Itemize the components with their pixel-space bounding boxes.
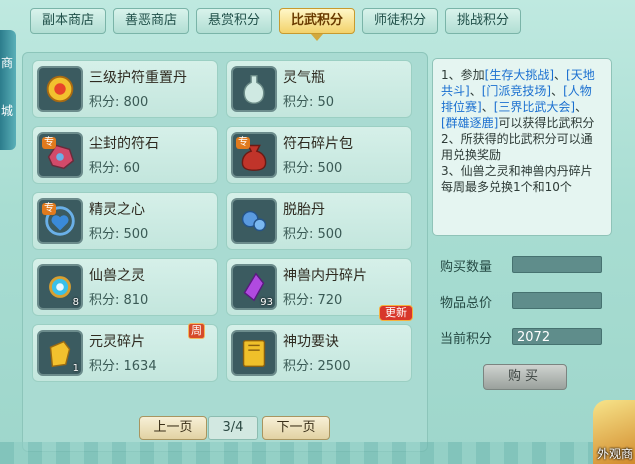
- item-price: 积分: 500: [283, 161, 343, 176]
- item-price: 积分: 500: [89, 227, 149, 242]
- exclusive-badge: 专: [42, 203, 56, 215]
- total-price-label: 物品总价: [440, 296, 493, 311]
- new-badge: 更新: [379, 305, 413, 321]
- total-price-field: [512, 292, 602, 309]
- item-price: 积分: 2500: [283, 359, 351, 374]
- rules-info-box: 1、参加[生存大挑战]、[天地共斗]、[门派竞技场]、[人物排位赛]、[三界比武…: [432, 58, 612, 236]
- item-quantity: 8: [72, 297, 79, 308]
- current-points-label: 当前积分: [440, 332, 493, 347]
- appearance-shop-label: 外观商: [596, 447, 633, 461]
- tab-arena-points[interactable]: 比武积分: [279, 8, 355, 41]
- rule-text: 、: [554, 68, 567, 82]
- rule-text: 2、所获得的比武积分可以通用兑换奖励: [441, 132, 593, 162]
- item-name: 尘封的符石: [89, 136, 159, 152]
- rule-text: 可以获得比武积分: [498, 116, 595, 130]
- item-card[interactable]: 8 仙兽之灵 积分: 810: [32, 258, 218, 316]
- item-name: 精灵之心: [89, 202, 145, 218]
- rule-text: 、: [481, 100, 494, 114]
- item-card[interactable]: 93 神兽内丹碎片 积分: 720 更新: [226, 258, 413, 321]
- item-price: 积分: 50: [283, 95, 335, 110]
- current-points-field: 2072: [512, 328, 602, 345]
- item-name: 三级护符重置丹: [89, 70, 187, 86]
- bottom-decoration: [0, 442, 635, 464]
- beast-spirit-icon: 8: [37, 264, 83, 310]
- item-price: 积分: 500: [283, 227, 343, 242]
- item-name: 灵气瓶: [283, 70, 325, 86]
- rebirth-pill-icon: [231, 198, 277, 244]
- exclusive-badge: 专: [42, 137, 56, 149]
- item-price: 积分: 720: [283, 293, 343, 308]
- item-name: 神兽内丹碎片: [283, 268, 367, 284]
- tab-mentor-points[interactable]: 师徒积分: [362, 8, 438, 34]
- exclusive-badge: 专: [236, 137, 250, 149]
- side-tab-shop[interactable]: 商 城: [0, 30, 16, 150]
- prev-page-button[interactable]: 上一页: [139, 416, 207, 440]
- spirit-heart-icon: 专: [37, 198, 83, 244]
- item-name: 脱胎丹: [283, 202, 325, 218]
- item-name: 元灵碎片: [89, 334, 145, 350]
- item-name: 仙兽之灵: [89, 268, 145, 284]
- activity-link[interactable]: [门派竞技场]: [482, 84, 551, 98]
- beast-core-shard-icon: 93: [231, 264, 277, 310]
- sealed-runestone-icon: 专: [37, 132, 83, 178]
- item-card[interactable]: 灵气瓶 积分: 50: [226, 60, 412, 118]
- tab-bounty-points[interactable]: 悬赏积分: [196, 8, 272, 34]
- spirit-vase-icon: [231, 66, 277, 112]
- item-quantity: 1: [72, 363, 79, 374]
- rule-text: 、: [551, 84, 564, 98]
- next-page-button[interactable]: 下一页: [262, 416, 330, 440]
- side-tab-char: 商: [0, 56, 13, 70]
- item-quantity: 93: [260, 297, 273, 308]
- item-card[interactable]: 专 尘封的符石 积分: 60: [32, 126, 218, 184]
- item-name: 神功要诀: [283, 334, 339, 350]
- appearance-shop-icon[interactable]: 外观商: [593, 400, 635, 464]
- tab-challenge-points[interactable]: 挑战积分: [445, 8, 521, 34]
- weekly-badge: 周: [188, 323, 205, 339]
- activity-link[interactable]: [生存大挑战]: [485, 68, 554, 82]
- rule-text: 1、参加: [441, 68, 485, 82]
- quantity-input[interactable]: [512, 256, 602, 273]
- item-card[interactable]: 脱胎丹 积分: 500: [226, 192, 412, 250]
- item-price: 积分: 810: [89, 293, 149, 308]
- amulet-pill-icon: [37, 66, 83, 112]
- item-price: 积分: 800: [89, 95, 149, 110]
- item-price: 积分: 1634: [89, 359, 157, 374]
- rule-text: 、: [469, 84, 482, 98]
- rule-text: 、: [575, 100, 588, 114]
- page-indicator: 3/4: [208, 416, 258, 440]
- item-card[interactable]: 专 符石碎片包 积分: 500: [226, 126, 412, 184]
- tab-dungeon-shop[interactable]: 副本商店: [30, 8, 106, 34]
- item-card[interactable]: 专 精灵之心 积分: 500: [32, 192, 218, 250]
- runestone-bag-icon: 专: [231, 132, 277, 178]
- rule-text: 3、仙兽之灵和神兽内丹碎片每周最多兑换1个和10个: [441, 164, 593, 194]
- activity-link[interactable]: [群雄逐鹿]: [441, 116, 498, 130]
- tab-karma-shop[interactable]: 善恶商店: [113, 8, 189, 34]
- item-name: 符石碎片包: [283, 136, 353, 152]
- quantity-label: 购买数量: [440, 260, 493, 275]
- activity-link[interactable]: [三界比武大会]: [494, 100, 575, 114]
- side-tab-char: 城: [0, 104, 13, 118]
- yuanling-shard-icon: 1: [37, 330, 83, 376]
- item-card[interactable]: 三级护符重置丹 积分: 800: [32, 60, 218, 118]
- shop-window: 商 城 副本商店 善恶商店 悬赏积分 比武积分 师徒积分 挑战积分 三级护符重置…: [0, 0, 635, 464]
- buy-button[interactable]: 购买: [483, 364, 567, 390]
- item-card[interactable]: 神功要诀 积分: 2500: [226, 324, 412, 382]
- item-price: 积分: 60: [89, 161, 141, 176]
- skill-book-icon: [231, 330, 277, 376]
- item-card[interactable]: 1 元灵碎片 积分: 1634 周: [32, 323, 218, 382]
